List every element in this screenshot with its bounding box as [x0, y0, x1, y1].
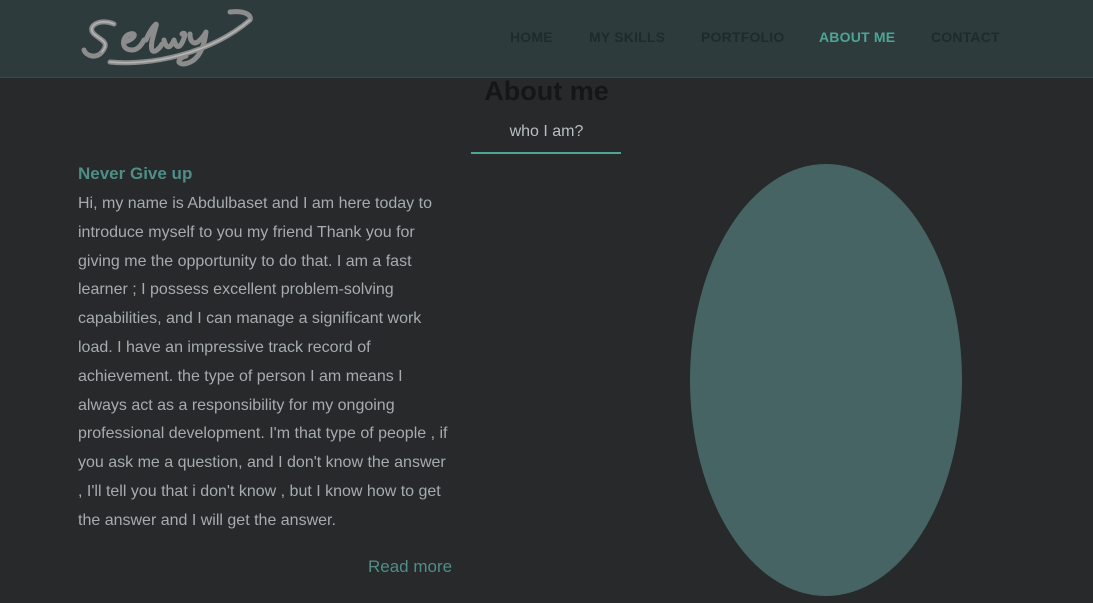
- bio-text: Hi, my name is Abdulbaset and I am here …: [78, 195, 448, 529]
- nav-my-skills[interactable]: MY SKILLS: [589, 29, 665, 45]
- profile-photo-placeholder: [690, 164, 962, 596]
- nav-contact[interactable]: CONTACT: [931, 29, 1000, 45]
- title-underline: [471, 152, 621, 154]
- navbar: HOME MY SKILLS PORTFOLIO ABOUT ME CONTAC…: [0, 0, 1093, 78]
- section-heading: Never Give up: [78, 164, 193, 183]
- read-more-link[interactable]: Read more: [368, 557, 452, 577]
- nav-portfolio[interactable]: PORTFOLIO: [701, 29, 784, 45]
- nav-home[interactable]: HOME: [510, 29, 553, 45]
- page-subtitle: who I am?: [509, 123, 584, 140]
- page-title: About me: [484, 76, 609, 106]
- nav-about-me[interactable]: ABOUT ME: [819, 29, 895, 45]
- main-nav: HOME MY SKILLS PORTFOLIO ABOUT ME CONTAC…: [0, 29, 1093, 49]
